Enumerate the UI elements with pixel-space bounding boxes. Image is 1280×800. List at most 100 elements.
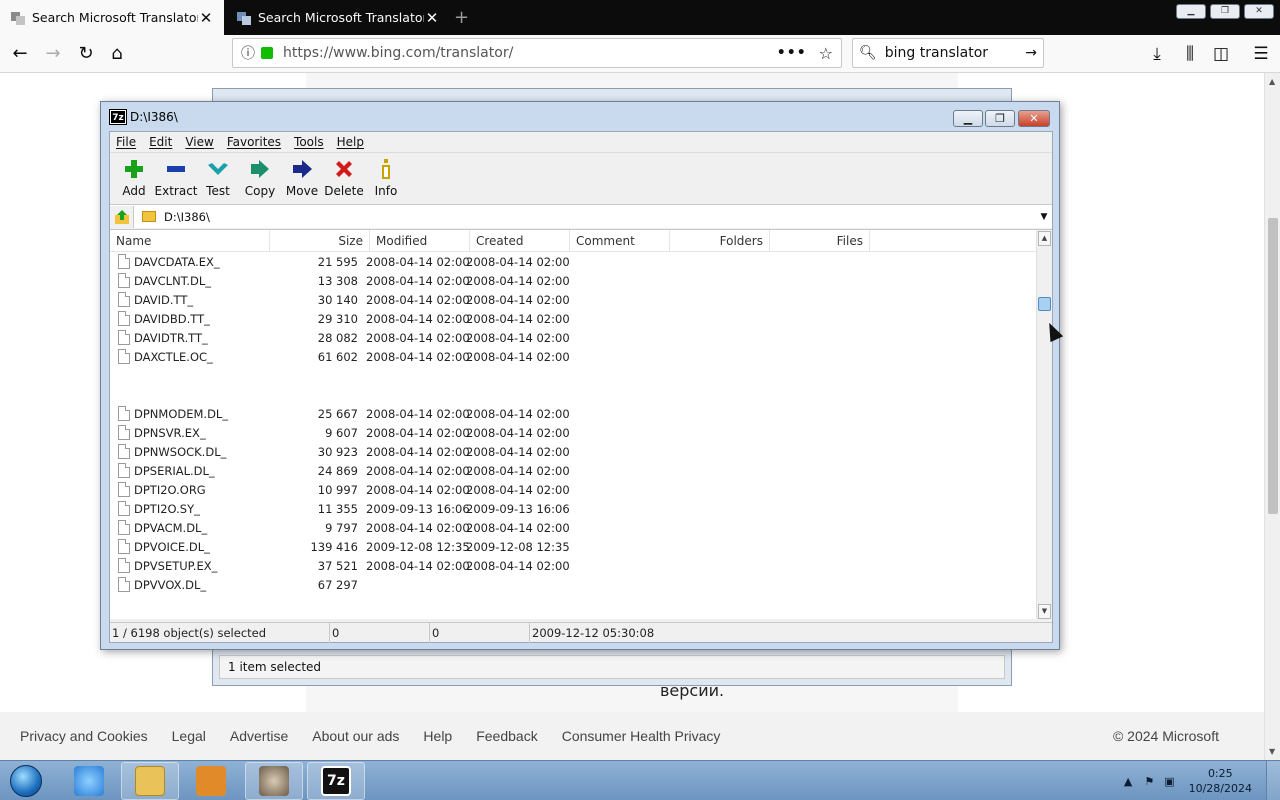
column-header-name[interactable]: Name [110,230,270,252]
home-icon[interactable]: ⌂ [101,38,133,70]
chevron-down-icon[interactable]: ▼ [1036,212,1052,222]
column-header-folders[interactable]: Folders [670,230,770,252]
list-item[interactable]: DAVID.TT_ 30 140 2008-04-14 02:00 2008-04-1… [110,290,1036,309]
search-query[interactable]: bing translator [885,45,1025,61]
list-item[interactable]: DPSERIAL.DL_ 24 869 2008-04-14 02:00 2008-0… [110,461,1036,480]
taskbar-item-media[interactable] [182,762,240,800]
delete-button[interactable]: Delete [323,153,365,203]
new-tab-button[interactable]: + [454,7,469,28]
sevenzip-close-button[interactable]: ✕ [1018,110,1050,127]
list-item[interactable]: DPTI2O.SY_ 11 355 2009-09-13 16:06 2009-09-… [110,499,1036,518]
search-go-arrow-icon[interactable]: → [1025,45,1037,61]
column-header-modified[interactable]: Modified [370,230,470,252]
extract-button[interactable]: Extract [155,153,198,203]
page-scroll-thumb[interactable] [1268,218,1278,514]
show-desktop-button[interactable] [1266,761,1280,800]
tab-close-icon[interactable]: ✕ [424,9,440,27]
restore-button[interactable]: ❐ [1210,4,1240,19]
reload-icon[interactable]: ↻ [70,38,102,70]
search-input[interactable]: 🔍︎ bing translator → [852,38,1044,68]
url-bar[interactable]: ⓘ https://www.bing.com/translator/ ••• ☆ [232,38,842,68]
tab-inactive[interactable]: Search Microsoft Translator ✕ [226,0,450,35]
menu-file[interactable]: File [116,135,136,149]
start-button[interactable] [4,763,48,799]
menu-icon[interactable]: ☰ [1246,38,1276,70]
action-center-flag-icon[interactable]: ⚑ [1144,775,1154,788]
add-button[interactable]: Add [113,153,155,203]
copy-button[interactable]: Copy [239,153,281,203]
list-item[interactable]: DPNSVR.EX_ 9 607 2008-04-14 02:00 2008-04-1… [110,423,1036,442]
footer-link-advertise[interactable]: Advertise [230,728,288,744]
test-button[interactable]: Test [197,153,239,203]
menu-edit[interactable]: Edit [149,135,172,149]
tray-expand-icon[interactable]: ▲ [1124,775,1132,788]
menu-view[interactable]: View [185,135,213,149]
scroll-up-arrow-icon[interactable]: ▲ [1038,231,1051,246]
list-item[interactable]: DAXCTLE.OC_ 61 602 2008-04-14 02:00 2008-04… [110,347,1036,366]
tab-close-icon[interactable]: ✕ [198,9,214,27]
column-header-created[interactable]: Created [470,230,570,252]
menu-tools[interactable]: Tools [294,135,324,149]
sidebar-icon[interactable]: ◫ [1206,38,1236,70]
list-item[interactable]: DPVSETUP.EX_ 37 521 2008-04-14 02:00 2008-0… [110,556,1036,575]
footer-link-privacy[interactable]: Privacy and Cookies [20,728,148,744]
footer-link-about-ads[interactable]: About our ads [312,728,399,744]
menu-help[interactable]: Help [337,135,364,149]
lock-icon[interactable] [261,47,273,59]
list-item[interactable]: DAVCLNT.DL_ 13 308 2008-04-14 02:00 2008-04… [110,271,1036,290]
clock[interactable]: 0:25 10/28/2024 [1189,766,1252,796]
list-item[interactable]: DAVCDATA.EX_ 21 595 2008-04-14 02:00 2008-0… [110,252,1036,271]
page-actions-icon[interactable]: ••• [777,45,807,61]
column-header-files[interactable]: Files [770,230,870,252]
back-arrow-icon[interactable]: ← [4,38,36,70]
list-item[interactable]: DPNWSOCK.DL_ 30 923 2008-04-14 02:00 2008-0… [110,442,1036,461]
network-icon[interactable]: ▣ [1164,775,1174,788]
info-icon[interactable]: ⓘ [241,43,255,63]
list-item[interactable]: DPNMODEM.DL_ 25 667 2008-04-14 02:00 2008-0… [110,404,1036,423]
footer-link-consumer-health[interactable]: Consumer Health Privacy [562,728,721,744]
list-item[interactable]: DAVIDTR.TT_ 28 082 2008-04-14 02:00 2008-04… [110,328,1036,347]
sevenzip-minimize-button[interactable]: ▁ [953,110,983,127]
sevenzip-menubar: File Edit View Favorites Tools Help [110,132,1052,152]
close-button[interactable]: ✕ [1244,4,1274,19]
file-size: 9 797 [325,520,358,535]
file-list-scroll-thumb[interactable] [1038,297,1051,311]
library-icon[interactable]: ⫼ [1175,38,1205,70]
taskbar-item-sevenzip[interactable]: 7z [307,762,365,800]
list-item[interactable]: DAVIDBD.TT_ 29 310 2008-04-14 02:00 2008-04… [110,309,1036,328]
downloads-icon[interactable]: ⤓ [1142,38,1172,70]
column-header-comment[interactable]: Comment [570,230,670,252]
list-item[interactable]: DPVVOX.DL_ 67 297 [110,575,1036,594]
minimize-button[interactable]: ▁ [1176,4,1206,19]
sevenzip-titlebar[interactable]: 7z D:\I386\ [101,102,1059,132]
footer-link-legal[interactable]: Legal [172,728,206,744]
footer-link-feedback[interactable]: Feedback [476,728,537,744]
path-text[interactable]: D:\I386\ [164,210,1036,224]
x-icon [336,161,352,177]
taskbar-item-ie[interactable] [60,762,118,800]
move-button[interactable]: Move [281,153,323,203]
sevenzip-address-bar[interactable]: D:\I386\ ▼ [110,204,1052,228]
taskbar-item-raccoon[interactable] [245,762,303,800]
bookmark-star-icon[interactable]: ☆ [819,44,833,63]
file-list[interactable]: Name Size Modified Created Comment Folde… [110,229,1052,619]
sevenzip-maximize-button[interactable]: ❐ [985,110,1015,127]
info-button[interactable]: Info [365,153,407,203]
url-text[interactable]: https://www.bing.com/translator/ [283,45,777,61]
file-name: DPTI2O.SY_ [134,501,200,516]
list-item[interactable]: DPTI2O.ORG 10 997 2008-04-14 02:00 2008-04-… [110,480,1036,499]
file-list-scrollbar[interactable]: ▲ ▼ [1036,230,1052,619]
page-scrollbar[interactable]: ▲ ▼ [1264,73,1280,760]
menu-favorites[interactable]: Favorites [227,135,281,149]
list-item[interactable]: DPVACM.DL_ 9 797 2008-04-14 02:00 2008-04-1… [110,518,1036,537]
scroll-down-arrow-icon[interactable]: ▼ [1038,604,1051,619]
footer-link-help[interactable]: Help [423,728,452,744]
scroll-down-arrow-icon[interactable]: ▼ [1269,747,1275,756]
list-item[interactable]: DPVOICE.DL_ 139 416 2009-12-08 12:35 2009-1… [110,537,1036,556]
forward-arrow-icon[interactable]: → [37,38,69,70]
taskbar-item-explorer[interactable] [121,762,179,800]
folder-up-button[interactable] [110,205,134,228]
scroll-up-arrow-icon[interactable]: ▲ [1269,77,1275,86]
tab-active[interactable]: Search Microsoft Translator ✕ [0,0,224,35]
column-header-size[interactable]: Size [270,230,370,252]
